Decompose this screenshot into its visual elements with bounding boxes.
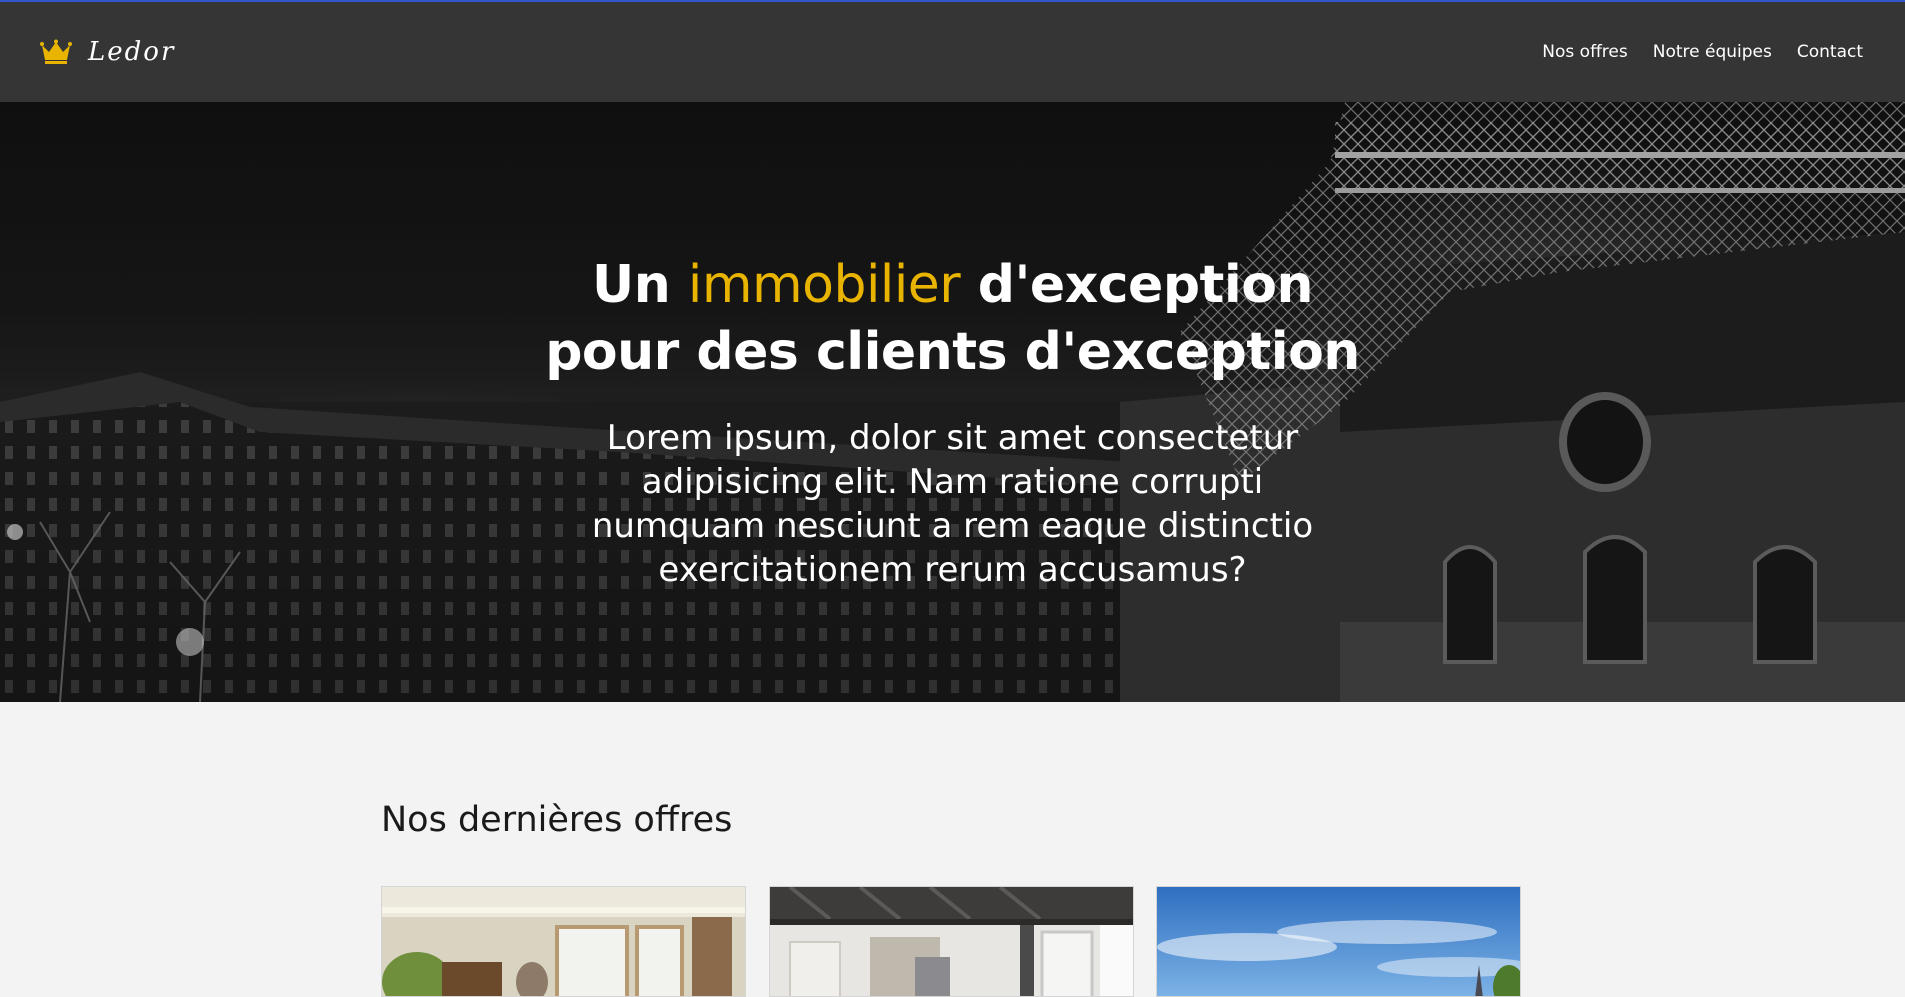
hero-description: Lorem ipsum, dolor sit amet consectetur … (591, 418, 1314, 590)
nav-link-contact[interactable]: Contact (1797, 42, 1863, 62)
offer-card-1[interactable] (381, 886, 746, 997)
offer-card-3[interactable] (1156, 886, 1521, 997)
hero-title-part1: Un (592, 255, 671, 315)
offers-section-title: Nos dernières offres (381, 800, 733, 840)
main-nav: Nos offres Notre équipes Contact (1542, 42, 1863, 62)
logo-text: Ledor (88, 37, 176, 67)
nav-link-equipes[interactable]: Notre équipes (1653, 42, 1772, 62)
offer-image-2 (770, 887, 1133, 996)
hero-title-line2: pour des clients d'exception (545, 322, 1360, 382)
site-header: Ledor Nos offres Notre équipes Contact (0, 2, 1905, 102)
hero-banner: Un immobilier d'exception pour des clien… (0, 102, 1905, 702)
crown-icon (40, 39, 72, 64)
logo[interactable]: Ledor (40, 37, 175, 67)
hero-title-part2: d'exception (977, 255, 1314, 315)
hero-title-accent: immobilier (687, 255, 961, 315)
hero-content: Un immobilier d'exception pour des clien… (0, 102, 1905, 702)
hero-title: Un immobilier d'exception pour des clien… (545, 252, 1360, 386)
offer-image-1 (382, 887, 745, 996)
nav-link-offres[interactable]: Nos offres (1542, 42, 1627, 62)
offer-card-2[interactable] (769, 886, 1134, 997)
offer-image-3 (1157, 887, 1520, 996)
